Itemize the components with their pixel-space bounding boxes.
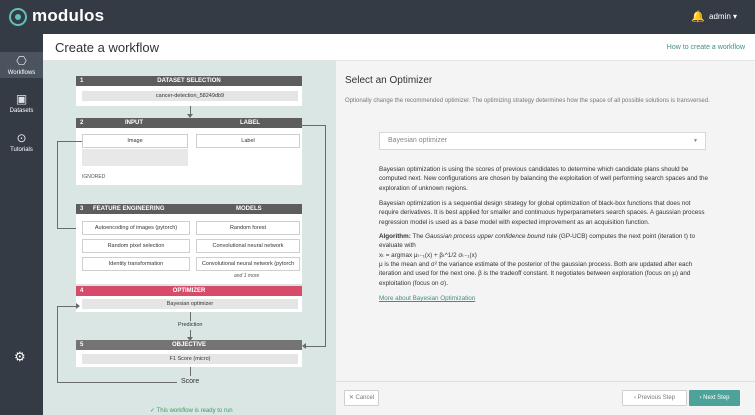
step-number: 2 xyxy=(80,120,84,126)
chevron-down-icon: ▾ xyxy=(733,12,738,21)
tutorials-icon: ⊙ xyxy=(16,131,27,145)
dataset-name: cancer-detection_58249db9 xyxy=(82,91,298,101)
feature-engineering-title: FEATURE ENGINEERING xyxy=(93,206,165,212)
algorithm-rule-name: Gaussian process upper confidence bound xyxy=(425,233,545,240)
model-item[interactable]: Convolutional neural network (pytorch xyxy=(196,257,300,271)
connector xyxy=(306,346,326,347)
dataset-selection-title: DATASET SELECTION xyxy=(157,78,221,84)
description-paragraph-2: Bayesian optimization is a sequential de… xyxy=(379,200,705,226)
next-step-button[interactable]: › Next Step xyxy=(689,390,740,406)
page-header: Create a workflow How to create a workfl… xyxy=(43,34,755,61)
panel-title: Select an Optimizer xyxy=(345,75,433,86)
more-models-label: and 1 more xyxy=(234,273,260,279)
connector xyxy=(57,382,177,383)
optimizer-header: 4 OPTIMIZER xyxy=(76,286,302,296)
panel-subtitle: Optionally change the recommended optimi… xyxy=(345,98,710,104)
connector xyxy=(57,141,58,228)
objective-value: F1 Score (micro) xyxy=(82,354,298,364)
input-title: INPUT xyxy=(125,120,143,126)
label-title: LABEL xyxy=(240,120,260,126)
input-column[interactable]: Image xyxy=(82,134,188,148)
sidebar-item-datasets[interactable]: ▣ Datasets xyxy=(0,90,43,116)
algorithm-formula: xₜ = argmax μₜ₋₁(x) + βₜ^1/2 σₜ₋₁(x) xyxy=(379,252,477,259)
more-about-link[interactable]: More about Bayesian Optimization xyxy=(379,295,475,302)
sidebar-item-tutorials[interactable]: ⊙ Tutorials xyxy=(0,129,43,155)
score-label: Score xyxy=(181,378,200,385)
model-item[interactable]: Random forest xyxy=(196,221,300,235)
step-number: 1 xyxy=(80,78,84,84)
sidebar: ⎔ Workflows ▣ Datasets ⊙ Tutorials ⚙ xyxy=(0,34,43,415)
connector xyxy=(57,306,78,307)
model-item[interactable]: Convolutional neural network xyxy=(196,239,300,253)
step-number: 4 xyxy=(80,288,84,294)
objective-header: 5 OBJECTIVE xyxy=(76,340,302,350)
description-paragraph-3: μ is the mean and σ² the variance estima… xyxy=(379,261,693,287)
prediction-label: Prediction xyxy=(178,322,203,328)
feature-item[interactable]: Identity transformation xyxy=(82,257,190,271)
sidebar-item-workflows[interactable]: ⎔ Workflows xyxy=(0,52,43,78)
algorithm-paragraph: Algorithm: The Gaussian process upper co… xyxy=(379,232,709,251)
step-number: 3 xyxy=(80,206,84,212)
algorithm-text-pre: The xyxy=(410,233,426,240)
objective-title: OBJECTIVE xyxy=(171,342,206,348)
arrow-right-icon xyxy=(76,303,80,309)
dataset-selection-header: 1 DATASET SELECTION xyxy=(76,76,302,86)
step-number: 5 xyxy=(80,342,84,348)
connector xyxy=(300,125,325,126)
dataset-icon: ▣ xyxy=(15,92,28,106)
connector xyxy=(57,306,58,383)
cancel-button[interactable]: ✕ Cancel xyxy=(344,390,379,406)
arrow-left-icon xyxy=(302,343,306,349)
sidebar-item-label: Datasets xyxy=(9,108,34,114)
bell-icon[interactable]: 🔔 xyxy=(691,10,705,23)
description-paragraph-1: Bayesian optimization is using the score… xyxy=(379,166,709,192)
user-name: admin xyxy=(709,12,731,21)
input-label-header: 2 xyxy=(76,118,302,128)
previous-step-button[interactable]: ‹ Previous Step xyxy=(622,390,687,406)
feature-item[interactable]: Autoencoding of images (pytorch) xyxy=(82,221,190,235)
optimizer-select[interactable]: Bayesian optimizer ▼ xyxy=(379,132,706,150)
connector xyxy=(190,312,191,321)
feature-item[interactable]: Random pixel selection xyxy=(82,239,190,253)
gear-icon[interactable]: ⚙ xyxy=(14,349,26,365)
sidebar-item-label: Workflows xyxy=(7,70,36,76)
algorithm-label: Algorithm: xyxy=(379,233,411,240)
optimizer-select-value: Bayesian optimizer xyxy=(388,137,448,144)
workflow-icon: ⎔ xyxy=(16,54,27,68)
connector xyxy=(325,125,326,346)
sidebar-item-label: Tutorials xyxy=(10,147,33,153)
optimizer-title: OPTIMIZER xyxy=(172,288,206,294)
ignored-label: IGNORED xyxy=(82,174,106,180)
label-column[interactable]: Label xyxy=(196,134,300,148)
optimizer-value: Bayesian optimizer xyxy=(82,299,298,309)
modulos-logo-icon xyxy=(9,8,27,26)
user-menu[interactable]: admin ▾ xyxy=(709,12,737,21)
top-bar: modulos 🔔 admin ▾ xyxy=(0,0,755,34)
connector xyxy=(190,367,191,376)
help-link[interactable]: How to create a workflow xyxy=(667,44,745,51)
app-name: modulos xyxy=(32,6,105,25)
input-drop-area[interactable] xyxy=(82,149,188,166)
chevron-down-icon: ▼ xyxy=(693,138,698,144)
workflow-ready-status: ✓ This workflow is ready to run xyxy=(150,408,233,414)
models-title: MODELS xyxy=(236,206,262,212)
connector xyxy=(57,141,82,142)
page-title: Create a workflow xyxy=(55,40,160,55)
